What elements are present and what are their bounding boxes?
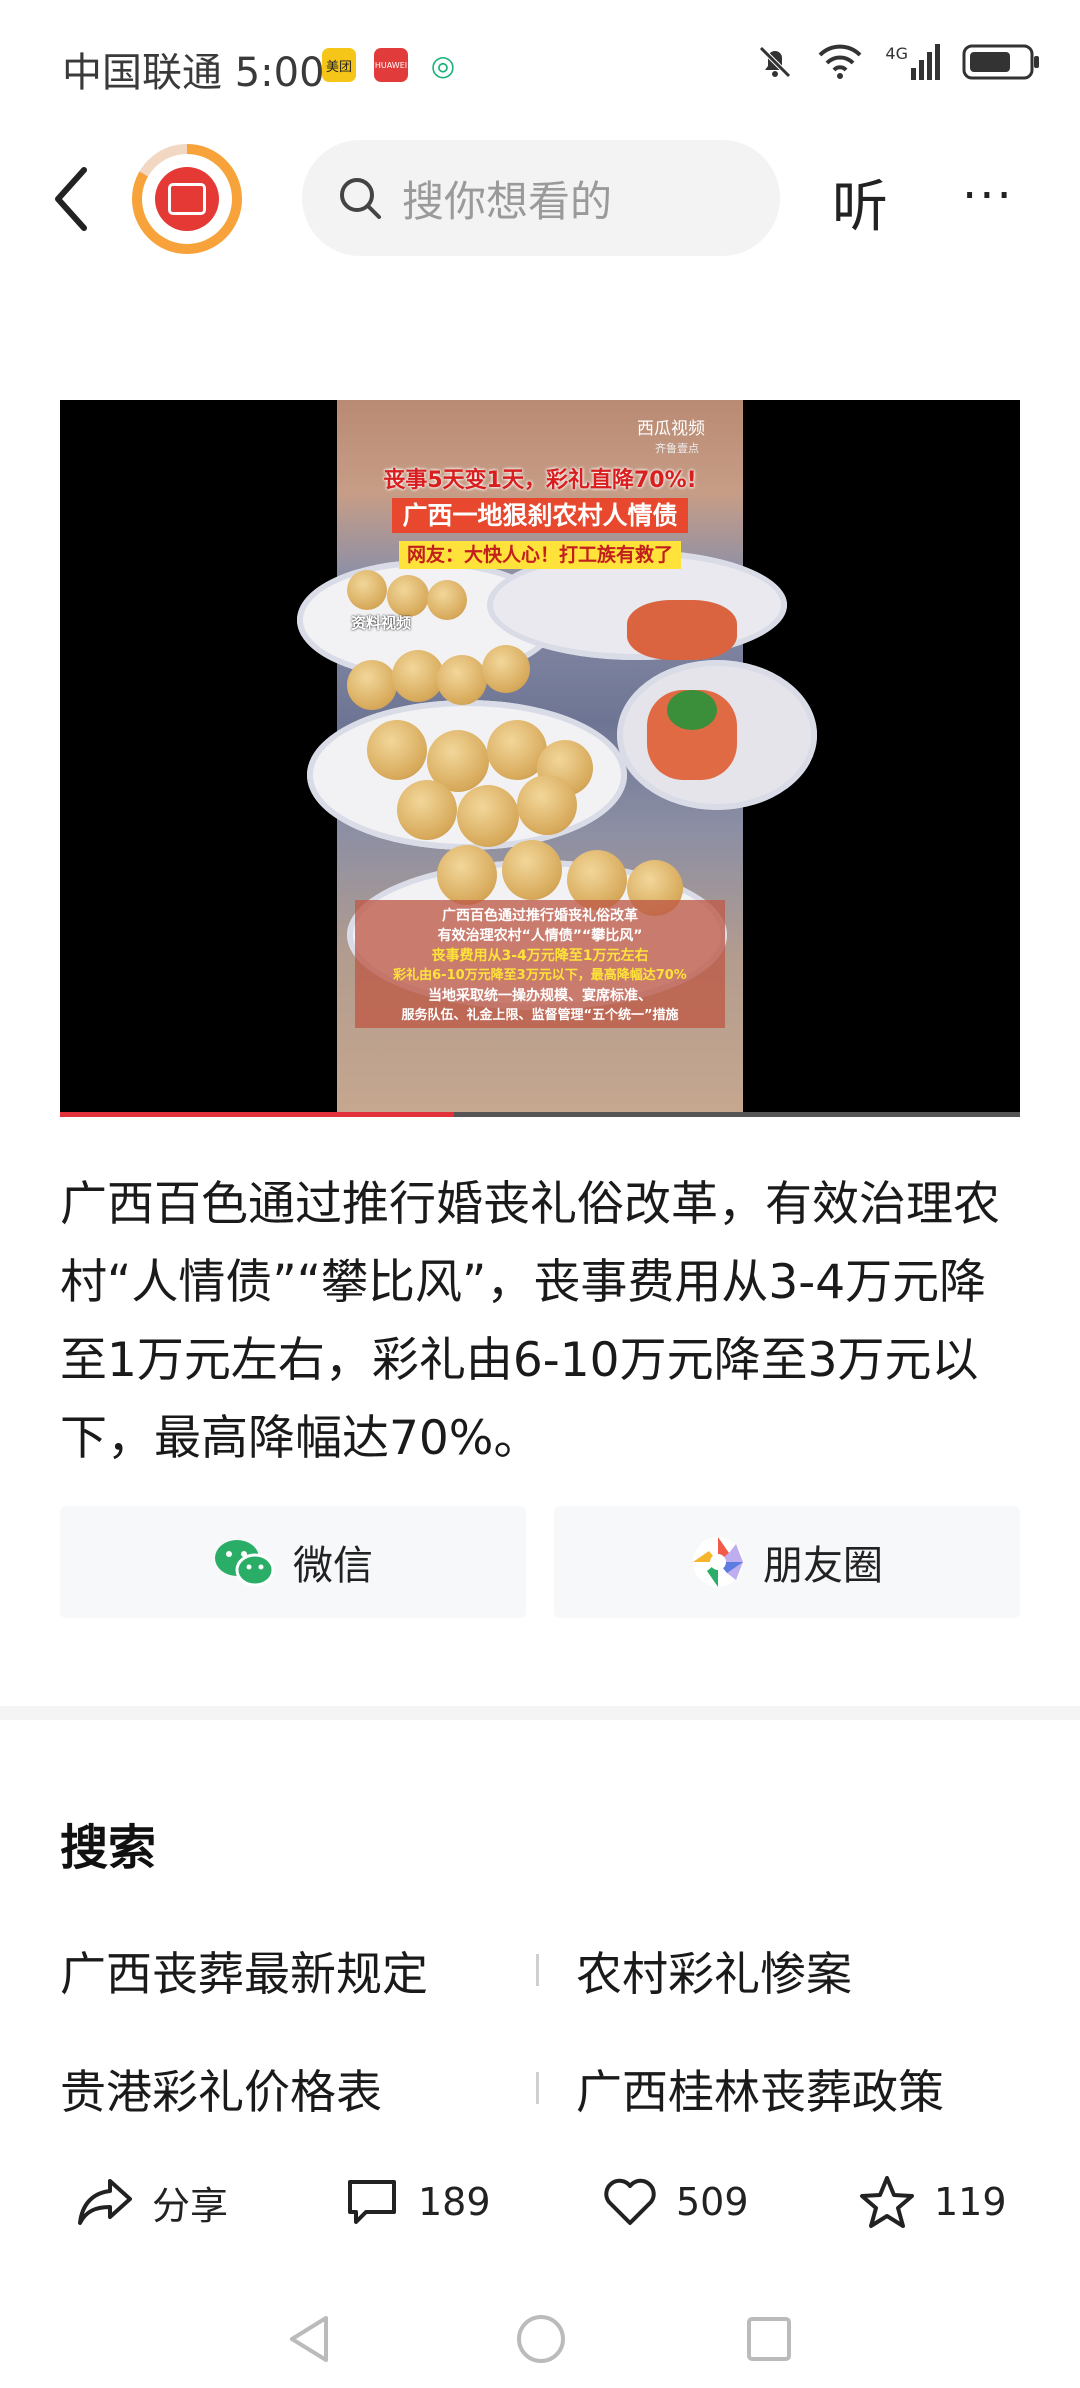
- search-keyword-1[interactable]: 广西丧葬最新规定: [60, 1938, 428, 2004]
- video-headline-1: 丧事5天变1天，彩礼直降70%!: [383, 468, 697, 493]
- like-count: 509: [676, 2180, 749, 2224]
- mute-bell-icon: [759, 46, 792, 78]
- share-action-label: 分享: [152, 2183, 229, 2228]
- nav-back-icon[interactable]: [284, 2312, 334, 2366]
- video-caption-6: 服务队伍、礼金上限、监督管理“五个统一”措施: [401, 1008, 679, 1023]
- status-bar: 中国联通 5:00 美团 HUAWEI ◎ 4G: [0, 0, 1080, 130]
- video-caption-1: 广西百色通过推行婚丧礼俗改革: [442, 908, 638, 924]
- keyword-separator: [536, 1954, 539, 1986]
- battery-icon: [962, 44, 1039, 80]
- share-arrow-icon: [78, 2179, 132, 2225]
- huawei-badge-icon: HUAWEI: [374, 48, 408, 82]
- video-watermark: 西瓜视频: [637, 419, 705, 439]
- status-icons: 4G: [755, 42, 1042, 82]
- video-progress-fill: [60, 1112, 454, 1117]
- listen-button[interactable]: 听: [832, 162, 888, 243]
- channel-avatar[interactable]: [132, 144, 242, 254]
- search-placeholder: 搜你想看的: [402, 176, 613, 226]
- video-caption-2: 有效治理农村“人情债”“攀比风”: [437, 928, 643, 944]
- share-wechat-label: 微信: [293, 1543, 373, 1589]
- avatar-logo-icon: [155, 167, 219, 231]
- comment-count: 189: [418, 2180, 491, 2224]
- video-netizen-tag: 网友：大快人心！打工族有救了: [337, 540, 743, 569]
- cellular-signal-icon: 4G: [885, 44, 940, 80]
- favorite-count: 119: [934, 2180, 1007, 2224]
- moments-icon: [693, 1537, 743, 1587]
- heart-icon: [604, 2178, 656, 2225]
- wifi-icon: [818, 44, 862, 79]
- video-headline-2: 广西一地狠刹农村人情债: [337, 496, 743, 533]
- video-source-tag: 资料视频: [351, 614, 412, 632]
- search-keyword-3[interactable]: 贵港彩礼价格表: [60, 2056, 382, 2122]
- nav-recents-icon[interactable]: [744, 2314, 794, 2364]
- comment-icon: [348, 2180, 396, 2224]
- video-watermark-sub: 齐鲁壹点: [655, 442, 699, 455]
- search-input[interactable]: 搜你想看的: [302, 140, 780, 256]
- search-section-title: 搜索: [60, 1820, 157, 1876]
- carrier-time: 中国联通 5:00: [62, 50, 325, 96]
- app-badge-icon: ◎: [426, 48, 460, 82]
- article-text: 广西百色通过推行婚丧礼俗改革，有效治理农村“人情债”“攀比风”，丧事费用从3-4…: [60, 1177, 1000, 1466]
- section-divider: [0, 1706, 1080, 1720]
- network-type: 4G: [885, 44, 908, 63]
- search-keyword-4[interactable]: 广西桂林丧葬政策: [576, 2056, 944, 2122]
- search-icon: [340, 178, 381, 219]
- meituan-badge-icon: 美团: [322, 48, 356, 82]
- video-caption-5: 当地采取统一操办规模、宴席标准、: [428, 988, 652, 1004]
- back-arrow-icon[interactable]: [48, 164, 94, 234]
- share-moments-button[interactable]: 朋友圈: [554, 1506, 1020, 1618]
- search-keyword-2[interactable]: 农村彩礼惨案: [576, 1938, 852, 2004]
- share-action-button[interactable]: 分享: [76, 2170, 228, 2234]
- more-button[interactable]: ···: [962, 168, 1014, 224]
- system-nav-bar: [0, 2290, 1080, 2388]
- favorite-button[interactable]: 119: [858, 2170, 1007, 2234]
- comment-button[interactable]: 189: [344, 2170, 491, 2234]
- star-icon: [860, 2176, 914, 2228]
- share-moments-label: 朋友圈: [763, 1543, 883, 1589]
- nav-home-icon[interactable]: [514, 2312, 568, 2366]
- like-button[interactable]: 509: [602, 2170, 749, 2234]
- wechat-icon: [215, 1540, 275, 1587]
- video-caption-3: 丧事费用从3-4万元降至1万元左右: [431, 948, 649, 964]
- video-frame[interactable]: 西瓜视频 齐鲁壹点 丧事5天变1天，彩礼直降70%! 广西一地狠刹农村人情债 网…: [297, 400, 817, 1116]
- share-wechat-button[interactable]: 微信: [60, 1506, 526, 1618]
- keyword-separator: [536, 2072, 539, 2104]
- video-caption-4: 彩礼由6-10万元降至3万元以下，最高降幅达70%: [393, 968, 687, 983]
